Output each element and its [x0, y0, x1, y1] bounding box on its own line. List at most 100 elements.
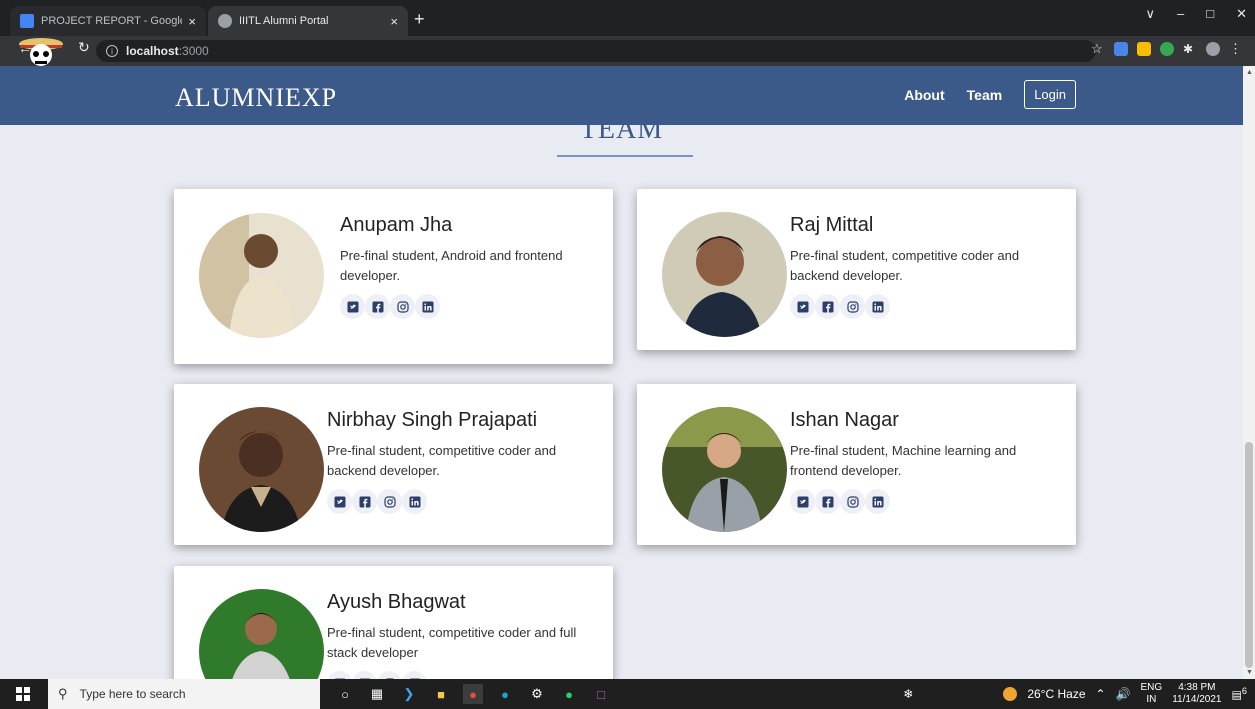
facebook-link[interactable]: [352, 671, 377, 679]
maximize-button[interactable]: □: [1206, 6, 1214, 22]
facebook-link[interactable]: [352, 489, 377, 514]
language-indicator[interactable]: ENG IN: [1141, 682, 1163, 706]
translate-extension-icon[interactable]: [1114, 42, 1128, 56]
chevron-up-icon[interactable]: ⌃: [1096, 687, 1106, 701]
social-links: [327, 489, 427, 514]
instagram-link[interactable]: [377, 489, 402, 514]
member-name: Anupam Jha: [340, 214, 453, 236]
puzzle-icon[interactable]: ✱: [1183, 42, 1197, 56]
new-tab-button[interactable]: +: [414, 9, 425, 30]
twitter-link[interactable]: [790, 489, 815, 514]
chrome-icon[interactable]: ●: [463, 684, 483, 704]
instagram-icon: [846, 300, 859, 313]
lang-top: ENG: [1140, 682, 1163, 693]
team-card: Anupam Jha Pre-final student, Android an…: [174, 189, 613, 364]
login-button[interactable]: Login: [1024, 80, 1076, 109]
instagram-link[interactable]: [390, 294, 415, 319]
weather-icon: [1003, 687, 1018, 701]
nav-link-about[interactable]: About: [904, 87, 944, 103]
twitter-link[interactable]: [790, 294, 815, 319]
instagram-link[interactable]: [840, 294, 865, 319]
menu-dots-icon[interactable]: ⋮: [1229, 42, 1243, 56]
member-description: Pre-final student, competitive coder and…: [790, 248, 1020, 283]
member-description: Pre-final student, Android and frontend …: [340, 248, 563, 283]
social-links: [340, 294, 440, 319]
nav-link-team[interactable]: Team: [967, 87, 1003, 103]
scrollbar-thumb[interactable]: [1245, 442, 1253, 668]
social-links: [790, 294, 890, 319]
file-explorer-icon[interactable]: ■: [431, 684, 451, 704]
linkedin-link[interactable]: [402, 671, 427, 679]
facebook-icon: [372, 301, 384, 313]
tab-title: PROJECT REPORT - Google Docs: [41, 15, 183, 27]
tab-google-docs[interactable]: PROJECT REPORT - Google Docs ×: [10, 6, 206, 36]
minimize-button[interactable]: –: [1177, 6, 1184, 22]
twitter-link[interactable]: [340, 294, 365, 319]
twitter-icon: [334, 496, 346, 508]
task-view-icon[interactable]: ▦: [367, 684, 387, 704]
tab-close-icon[interactable]: ×: [390, 14, 398, 29]
clock[interactable]: 4:38 PM 11/14/2021: [1172, 682, 1221, 706]
page-viewport: ALUMNIEXP About Team Login TEAM Anupam J…: [0, 66, 1243, 679]
terminal-icon[interactable]: □: [591, 684, 611, 704]
browser-toolbar: ← ↻ i localhost :3000 ☆ ✱ ⋮: [0, 36, 1255, 66]
instagram-icon: [396, 300, 409, 313]
site-brand[interactable]: ALUMNIEXP: [175, 83, 337, 113]
edge-icon[interactable]: ●: [495, 684, 515, 704]
twitter-icon: [347, 301, 359, 313]
scroll-up-arrow-icon[interactable]: ▲: [1246, 69, 1253, 76]
team-card: Ishan Nagar Pre-final student, Machine l…: [637, 384, 1076, 545]
star-icon[interactable]: ☆: [1091, 42, 1105, 56]
page-scrollbar[interactable]: ▲ ▼: [1243, 66, 1255, 679]
linkedin-link[interactable]: [865, 294, 890, 319]
team-card: Ayush Bhagwat Pre-final student, competi…: [174, 566, 613, 679]
extension-icons: ☆ ✱ ⋮: [1091, 42, 1243, 56]
facebook-link[interactable]: [365, 294, 390, 319]
notification-icon[interactable]: ▤6: [1232, 686, 1248, 702]
tab-alumni-portal[interactable]: IIITL Alumni Portal ×: [208, 6, 408, 36]
tab-close-icon[interactable]: ×: [188, 14, 196, 29]
scroll-down-arrow-icon[interactable]: ▼: [1246, 669, 1253, 676]
volume-icon[interactable]: 🔊: [1116, 687, 1131, 701]
linkedin-link[interactable]: [865, 489, 890, 514]
avatar: [199, 213, 324, 338]
weather-text[interactable]: 26°C Haze: [1027, 687, 1085, 701]
facebook-link[interactable]: [815, 294, 840, 319]
reload-icon[interactable]: ↻: [78, 39, 90, 56]
twitter-icon: [797, 496, 809, 508]
twitter-link[interactable]: [327, 489, 352, 514]
nav-links: About Team Login: [904, 80, 1076, 109]
skull-avatar-icon[interactable]: [18, 36, 64, 66]
search-placeholder: Type here to search: [79, 687, 186, 701]
tab-title: IIITL Alumni Portal: [239, 15, 329, 27]
profile-avatar-icon[interactable]: [1206, 42, 1220, 56]
twitter-link[interactable]: [327, 671, 352, 679]
member-name: Nirbhay Singh Prajapati: [327, 409, 538, 431]
address-bar[interactable]: i localhost :3000: [96, 40, 1096, 62]
instagram-link[interactable]: [840, 489, 865, 514]
windows-start-icon[interactable]: [16, 687, 30, 701]
facebook-link[interactable]: [815, 489, 840, 514]
close-window-button[interactable]: ✕: [1236, 6, 1247, 22]
search-icon: ⚲: [58, 686, 68, 701]
linkedin-icon: [872, 496, 884, 508]
vscode-icon[interactable]: ❯: [399, 684, 419, 704]
whatsapp-icon[interactable]: ●: [559, 684, 579, 704]
google-docs-icon: [20, 14, 34, 28]
instagram-link[interactable]: [377, 671, 402, 679]
cortana-icon[interactable]: ○: [335, 684, 355, 704]
tab-search-button[interactable]: ∨: [1145, 6, 1155, 22]
linkedin-link[interactable]: [402, 489, 427, 514]
facebook-icon: [822, 496, 834, 508]
linkedin-link[interactable]: [415, 294, 440, 319]
url-host: localhost: [126, 44, 179, 58]
site-info-icon[interactable]: i: [106, 45, 118, 57]
site-navbar: ALUMNIEXP About Team Login: [0, 66, 1243, 125]
extension-green-icon[interactable]: [1160, 42, 1174, 56]
people-icon[interactable]: ❄: [903, 687, 913, 701]
taskbar-search-box[interactable]: ⚲ Type here to search: [48, 679, 320, 709]
extension-icon[interactable]: [1137, 42, 1151, 56]
member-name: Ishan Nagar: [790, 409, 899, 431]
instagram-icon: [846, 495, 859, 508]
settings-gear-icon[interactable]: ⚙: [527, 684, 547, 704]
